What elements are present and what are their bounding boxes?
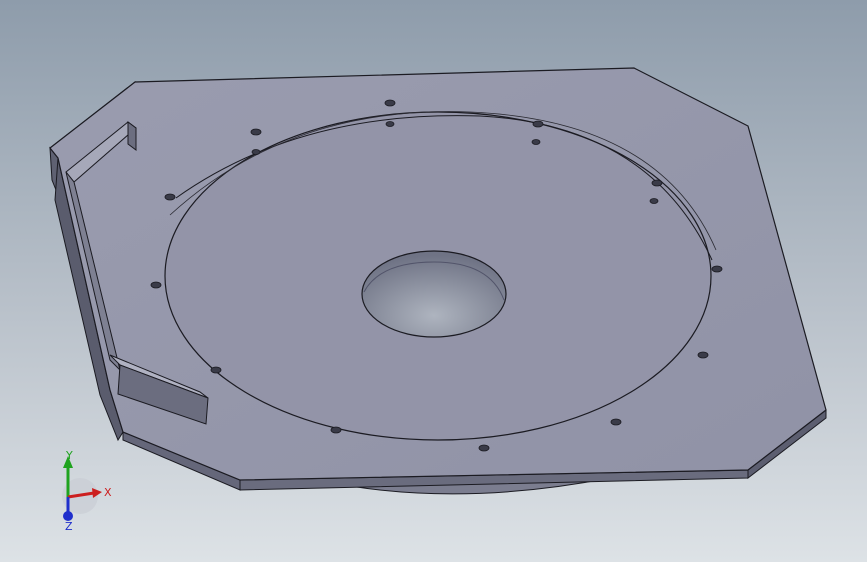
- bolt-hole: [251, 149, 261, 155]
- bolt-hole: [711, 265, 723, 273]
- bolt-hole: [651, 179, 663, 187]
- bolt-hole: [531, 139, 541, 145]
- bolt-hole: [150, 281, 162, 289]
- graphics-viewport[interactable]: Y X Z: [0, 0, 867, 562]
- model-canvas[interactable]: Y X Z: [0, 0, 867, 562]
- triad-z-label: Z: [65, 520, 73, 533]
- bolt-hole: [330, 426, 342, 434]
- center-bore: [361, 250, 507, 338]
- triad-y-label: Y: [65, 449, 73, 462]
- bolt-hole: [385, 121, 395, 127]
- bolt-hole: [532, 120, 544, 128]
- bolt-hole: [610, 418, 622, 426]
- bolt-hole: [649, 198, 659, 204]
- bolt-hole: [250, 128, 262, 136]
- bolt-hole: [697, 351, 709, 359]
- bolt-hole: [210, 366, 222, 374]
- bolt-hole: [384, 99, 396, 107]
- bolt-hole: [164, 193, 176, 201]
- triad-x-label: X: [104, 486, 112, 499]
- bolt-hole: [478, 444, 490, 452]
